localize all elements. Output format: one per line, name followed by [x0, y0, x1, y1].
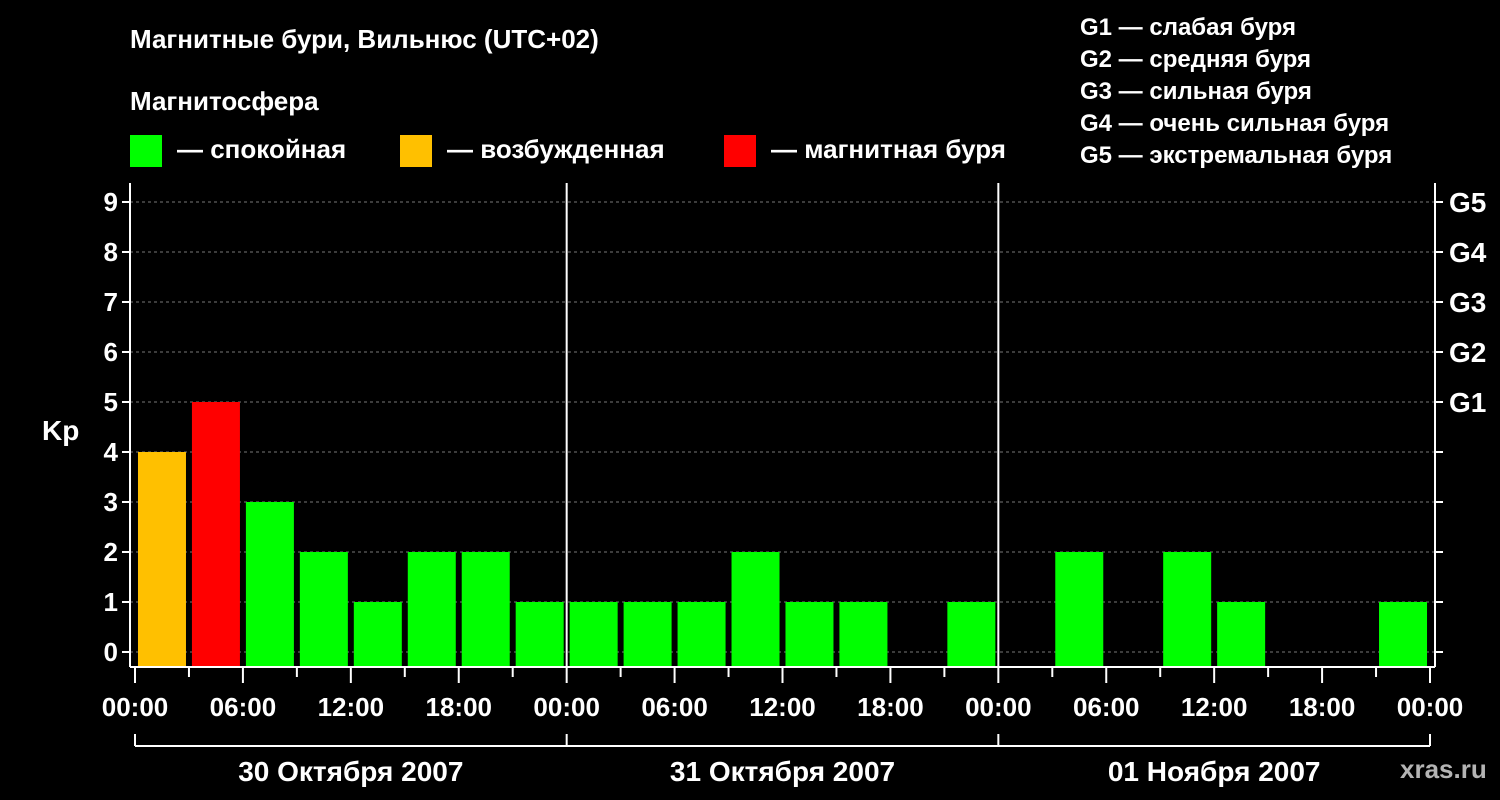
kp-bar: [677, 602, 726, 667]
y-tick-label: 8: [104, 237, 118, 267]
y-tick-label: 0: [104, 637, 118, 667]
g-level-label: G4: [1449, 237, 1487, 268]
x-tick-label: 06:00: [641, 692, 708, 722]
x-tick-label: 18:00: [426, 692, 493, 722]
g-level-label: G2: [1449, 337, 1486, 368]
kp-bar: [1217, 602, 1266, 667]
kp-bar: [1055, 552, 1104, 667]
kp-bar: [731, 552, 780, 667]
kp-bar: [515, 602, 564, 667]
y-tick-label: 4: [104, 437, 119, 467]
kp-bar: [1163, 552, 1212, 667]
g-level-label: G1: [1449, 387, 1486, 418]
kp-chart: 0 1 2 3 4 5 6 7 8 9 Kp G1 G2 G3 G4 G5 00:00 06:00 12:00 18:…: [42, 183, 1487, 787]
x-tick-label: 00:00: [533, 692, 600, 722]
kp-bar: [137, 452, 186, 667]
x-tick-label: 12:00: [318, 692, 385, 722]
x-tick-label: 00:00: [102, 692, 169, 722]
g-level-label: G5: [1449, 187, 1486, 218]
x-tick-label: 18:00: [857, 692, 924, 722]
kp-bar: [1379, 602, 1428, 667]
kp-bar: [299, 552, 348, 667]
y-tick-label: 3: [104, 487, 118, 517]
y-tick-label: 2: [104, 537, 118, 567]
kp-bar: [839, 602, 888, 667]
kp-bar: [785, 602, 834, 667]
y-tick-label: 9: [104, 187, 118, 217]
kp-bar: [353, 602, 402, 667]
y-axis-label: Kp: [42, 415, 79, 446]
y-tick-label: 7: [104, 287, 118, 317]
day-label: 30 Октября 2007: [238, 756, 463, 787]
x-tick-label: 12:00: [1181, 692, 1248, 722]
kp-bar: [461, 552, 510, 667]
kp-bar: [947, 602, 996, 667]
kp-bar: [623, 602, 672, 667]
kp-bar: [245, 502, 294, 667]
x-tick-label: 18:00: [1289, 692, 1356, 722]
y-tick-label: 5: [104, 387, 118, 417]
x-tick-label: 06:00: [210, 692, 277, 722]
kp-bar: [407, 552, 456, 667]
x-tick-label: 06:00: [1073, 692, 1140, 722]
x-tick-label: 12:00: [749, 692, 816, 722]
y-tick-label: 6: [104, 337, 118, 367]
x-tick-label: 00:00: [1397, 692, 1464, 722]
kp-bar: [191, 402, 240, 667]
watermark: xras.ru: [1400, 754, 1487, 784]
g-level-label: G3: [1449, 287, 1486, 318]
y-tick-label: 1: [104, 587, 118, 617]
day-label: 01 Ноября 2007: [1108, 756, 1321, 787]
kp-bar: [569, 602, 618, 667]
day-label: 31 Октября 2007: [670, 756, 895, 787]
x-tick-label: 00:00: [965, 692, 1032, 722]
